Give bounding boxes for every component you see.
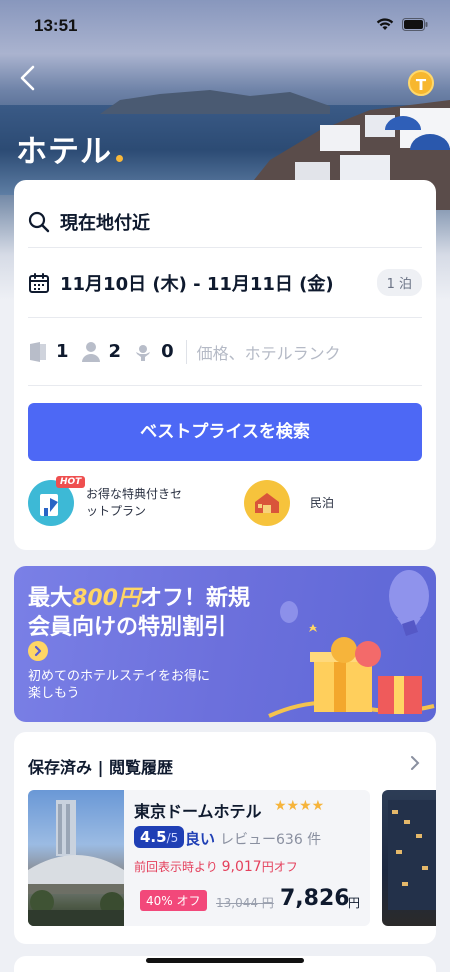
discount-since-last: 前回表示時より 9,017円オフ xyxy=(134,859,298,875)
hotel-card[interactable]: 東京ドームホテル ★★★★ 4.5/5 良い レビュー636 件 前回表示時より… xyxy=(28,790,370,926)
score-word: 良い xyxy=(185,830,216,848)
hotel-card-next[interactable] xyxy=(382,790,436,926)
divider xyxy=(185,339,187,364)
promo-minpaku-item[interactable]: 民泊 xyxy=(244,480,334,526)
date-range: 11月10日 (木) - 11月11日 (金) xyxy=(60,273,334,295)
title-dot xyxy=(116,155,123,162)
currency: 円 xyxy=(348,896,361,910)
child-icon xyxy=(136,344,151,361)
adults-count: 2 xyxy=(108,341,122,362)
off-tag: 40% オフ xyxy=(140,890,207,911)
room-door-icon xyxy=(30,341,46,362)
review-count: レビュー636 件 xyxy=(220,832,322,848)
promo-plan-label-2: ットプラン xyxy=(86,504,147,518)
score-badge: 4.5/5 xyxy=(134,826,185,848)
page-title: ホテル xyxy=(16,126,123,171)
date-row[interactable]: 11月10日 (木) - 11月11日 (金) 1 泊 xyxy=(28,248,422,318)
hotel-photo-next xyxy=(388,800,436,910)
new-member-banner[interactable]: 最大800円オフ！新規 会員向けの特別割引 初めてのホテルステイをお得に 楽しも… xyxy=(14,566,436,722)
saved-history-card: 保存済み | 閲覧履歴 東京ドームホテル ★★★★ 4.5/5 良い レビュー6… xyxy=(14,732,436,944)
home-indicator xyxy=(146,958,304,963)
guest-row[interactable]: 1 2 0 価格、ホテルランク xyxy=(28,318,422,386)
star-rating: ★★★★ xyxy=(274,798,325,814)
new-price: 7,826 xyxy=(280,886,350,911)
status-bar: 13:51 xyxy=(0,0,450,54)
hotel-photo xyxy=(28,790,124,926)
search-card: 現在地付近 11月10日 (木) - 11月11日 (金) 1 泊 1 2 0 … xyxy=(14,180,436,550)
back-chevron-icon[interactable] xyxy=(16,64,40,92)
promo-plan-item[interactable]: HOT お得な特典付きセ ットプラン xyxy=(28,476,183,526)
promo-minpaku-label: 民泊 xyxy=(310,495,335,510)
nights-badge: 1 泊 xyxy=(376,269,422,296)
house-icon xyxy=(244,480,290,526)
wifi-icon xyxy=(376,18,394,30)
children-count: 0 xyxy=(161,341,174,362)
gift-plan-icon: HOT xyxy=(28,476,86,526)
promo-plan-label-1: お得な特典付きセ xyxy=(86,487,183,501)
chevron-right-icon[interactable] xyxy=(408,754,422,772)
rooms-count: 1 xyxy=(56,341,69,362)
search-button[interactable]: ベストプライスを検索 xyxy=(28,403,422,461)
hot-badge: HOT xyxy=(56,476,86,488)
price-rank-field[interactable]: 価格、ホテルランク xyxy=(197,340,341,364)
arrow-right-icon[interactable] xyxy=(28,641,48,661)
saved-title: 保存済み | 閲覧履歴 xyxy=(28,758,173,777)
hotel-name: 東京ドームホテル xyxy=(134,802,262,821)
calendar-icon xyxy=(29,272,49,293)
old-price: 13,044 円 xyxy=(216,896,274,910)
location-row[interactable]: 現在地付近 xyxy=(28,196,422,248)
search-icon xyxy=(28,211,50,232)
banner-subtitle: 初めてのホテルステイをお得に 楽しもう xyxy=(28,669,211,701)
status-time: 13:51 xyxy=(34,16,78,35)
coin-badge[interactable]: T xyxy=(408,70,434,96)
location-text: 現在地付近 xyxy=(60,212,150,234)
adult-icon xyxy=(81,341,100,362)
battery-icon xyxy=(402,18,428,31)
banner-headline: 最大800円オフ！新規 会員向けの特別割引 xyxy=(28,586,250,640)
